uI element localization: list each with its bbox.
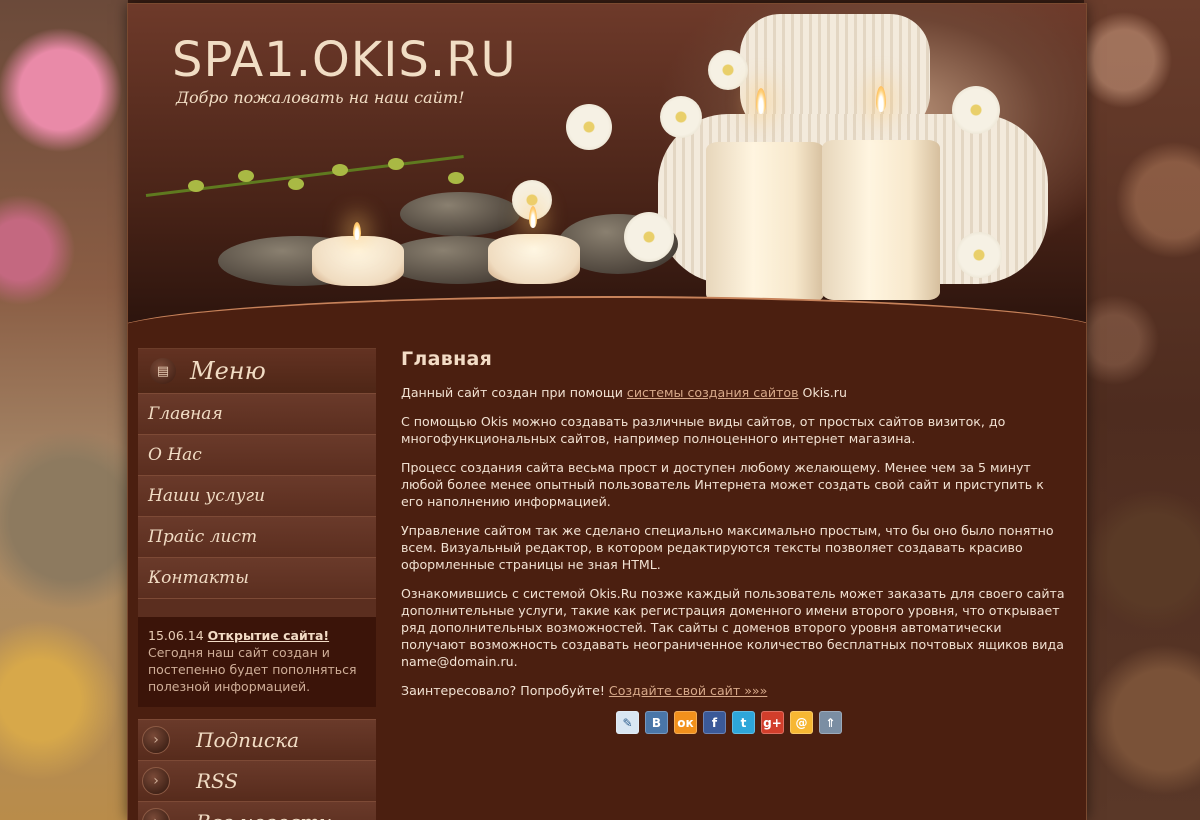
background-right-decor <box>1084 0 1200 820</box>
paragraph-process: Процесс создания сайта весьма прост и до… <box>401 460 1044 509</box>
orchid-bud <box>448 172 464 184</box>
intro-text-end: Okis.ru <box>798 385 847 400</box>
orchid-bud <box>188 180 204 192</box>
news-title-link[interactable]: Открытие сайта! <box>208 628 329 643</box>
twitter-icon[interactable]: t <box>732 711 755 734</box>
vkontakte-icon[interactable]: B <box>645 711 668 734</box>
odnoklassniki-icon[interactable]: ок <box>674 711 697 734</box>
orchid-flower <box>708 50 748 90</box>
sidebar-item-price-list[interactable]: Прайс лист <box>138 516 376 557</box>
candle-flame <box>876 86 886 112</box>
news-text: Сегодня наш сайт создан и постепенно буд… <box>148 645 357 694</box>
header-wave-divider <box>128 296 1086 326</box>
google-plus-icon[interactable]: g+ <box>761 711 784 734</box>
sidebar-item-services[interactable]: Наши услуги <box>138 475 376 516</box>
candle-flame <box>353 222 361 240</box>
candle-small <box>488 234 580 284</box>
paragraph-management: Управление сайтом так же сделано специал… <box>401 523 1054 572</box>
menu-footer <box>138 598 376 617</box>
orchid-flower <box>952 86 1000 134</box>
subscribe-link[interactable]: › Подписка <box>138 719 376 760</box>
promo-label: Все новости <box>196 810 332 820</box>
orchid-flower <box>956 232 1002 278</box>
all-news-link[interactable]: › Все новости <box>138 801 376 820</box>
arrow-right-icon: › <box>142 767 170 795</box>
orchid-bud <box>388 158 404 170</box>
news-date: 15.06.14 <box>148 628 204 643</box>
orchid-bud <box>238 170 254 182</box>
orchid-bud <box>332 164 348 176</box>
sidebar-item-label: Главная <box>148 404 223 424</box>
background-left-decor <box>0 0 128 820</box>
stone-shape <box>400 192 520 236</box>
livejournal-icon[interactable]: ✎ <box>616 711 639 734</box>
sidebar-item-label: Прайс лист <box>148 527 258 547</box>
site-title[interactable]: SPA1.OKIS.RU <box>172 32 517 88</box>
page-container: SPA1.OKIS.RU Добро пожаловать на наш сай… <box>128 4 1086 820</box>
candle-small <box>312 236 404 286</box>
sidebar-item-contacts[interactable]: Контакты <box>138 557 376 598</box>
rss-link[interactable]: › RSS <box>138 760 376 801</box>
orchid-bud <box>288 178 304 190</box>
cta-paragraph: Заинтересовало? Попробуйте! Создайте сво… <box>401 682 1065 699</box>
arrow-right-icon: › <box>142 726 170 754</box>
menu-title: Меню <box>190 357 266 385</box>
sidebar: ▤ Меню Главная О Нас Наши услуги Прайс л… <box>138 348 376 820</box>
menu-header: ▤ Меню <box>138 348 376 393</box>
promo-label: RSS <box>196 769 239 793</box>
intro-text: Данный сайт создан при помощи <box>401 385 627 400</box>
promo-list: › Подписка › RSS › Все новости <box>138 719 376 820</box>
share-buttons: ✎ Bок f t g+ @ ⇑ <box>616 711 1065 734</box>
main-content: Главная Данный сайт создан при помощи си… <box>401 348 1065 734</box>
candle-large <box>706 142 824 302</box>
candle-large <box>822 140 940 300</box>
candle-flame <box>529 206 537 228</box>
cta-text: Заинтересовало? Попробуйте! <box>401 683 609 698</box>
mail-ru-icon[interactable]: @ <box>790 711 813 734</box>
arrow-right-icon: › <box>142 808 170 820</box>
orchid-flower <box>566 104 612 150</box>
more-share-icon[interactable]: ⇑ <box>819 711 842 734</box>
sidebar-item-about[interactable]: О Нас <box>138 434 376 475</box>
menu-list-icon: ▤ <box>150 358 176 384</box>
orchid-flower <box>624 212 674 262</box>
promo-label: Подписка <box>196 728 299 752</box>
site-builder-link[interactable]: системы создания сайтов <box>627 385 799 400</box>
sidebar-item-label: О Нас <box>148 445 202 465</box>
sidebar-item-label: Контакты <box>148 568 249 588</box>
paragraph-site-types: С помощью Okis можно создавать различные… <box>401 414 1006 446</box>
news-block: 15.06.14 Открытие сайта! Сегодня наш сай… <box>138 617 376 707</box>
paragraph-services: Ознакомившись с системой Okis.Ru позже к… <box>401 586 1065 669</box>
page-title: Главная <box>401 348 493 370</box>
site-header: SPA1.OKIS.RU Добро пожаловать на наш сай… <box>128 4 1086 326</box>
create-site-link[interactable]: Создайте свой сайт »»» <box>609 683 767 698</box>
orchid-flower <box>660 96 702 138</box>
sidebar-item-label: Наши услуги <box>148 486 266 506</box>
intro-paragraph: Данный сайт создан при помощи системы со… <box>401 384 1065 401</box>
site-tagline: Добро пожаловать на наш сайт! <box>176 88 465 107</box>
candle-flame <box>756 88 766 114</box>
facebook-icon[interactable]: f <box>703 711 726 734</box>
sidebar-item-home[interactable]: Главная <box>138 393 376 434</box>
